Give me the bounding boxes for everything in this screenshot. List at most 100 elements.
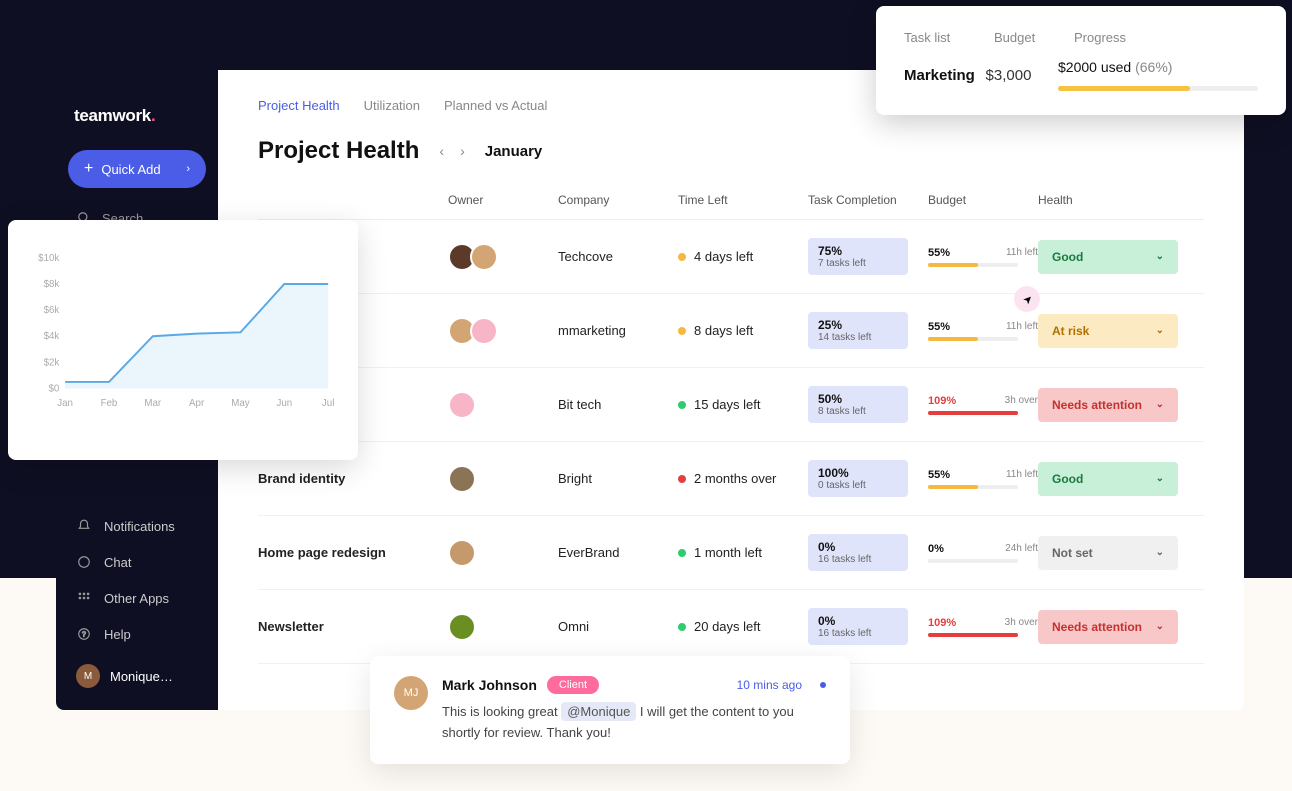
sidebar-item-notifications[interactable]: Notifications: [56, 508, 218, 544]
comment-time: 10 mins ago: [737, 678, 802, 692]
month-label: January: [485, 143, 543, 160]
health-dropdown[interactable]: At risk⌄: [1038, 314, 1178, 348]
status-dot-icon: [678, 327, 686, 335]
svg-text:Jan: Jan: [57, 398, 73, 409]
time-left: 2 months over: [678, 471, 808, 486]
task-completion-chip: 75%7 tasks left: [808, 238, 908, 275]
chevron-down-icon: ⌄: [1156, 325, 1164, 336]
avatar: [448, 539, 476, 567]
table-row[interactable]: Home page redesign EverBrand 1 month lef…: [258, 516, 1204, 590]
sidebar-item-label: Chat: [104, 555, 131, 570]
prev-month-button[interactable]: ‹: [435, 141, 448, 161]
chat-icon: [76, 554, 92, 570]
chart-card: $0$2k$4k$6k$8k$10kJanFebMarAprMayJunJul: [8, 220, 358, 460]
col-task-completion: Task Completion: [808, 193, 928, 207]
avatar: [448, 391, 476, 419]
budget-cell: 109%3h over: [928, 617, 1038, 637]
svg-text:Jul: Jul: [322, 398, 334, 409]
svg-text:$8k: $8k: [44, 279, 60, 290]
grid-icon: [76, 590, 92, 606]
table-row[interactable]: Bit tech 15 days left 50%8 tasks left 10…: [258, 368, 1204, 442]
table-row[interactable]: mmarketing 8 days left 25%14 tasks left …: [258, 294, 1204, 368]
owner-avatars: [448, 317, 558, 345]
health-dropdown[interactable]: Not set⌄: [1038, 536, 1178, 570]
task-completion-chip: 100%0 tasks left: [808, 460, 908, 497]
task-completion-chip: 0%16 tasks left: [808, 534, 908, 571]
col-owner: Owner: [448, 193, 558, 207]
table-row[interactable]: 8 Techcove 4 days left 75%7 tasks left 5…: [258, 220, 1204, 294]
project-name: Home page redesign: [258, 545, 448, 560]
svg-text:May: May: [231, 398, 250, 409]
sidebar-item-other-apps[interactable]: Other Apps: [56, 580, 218, 616]
next-month-button[interactable]: ›: [456, 141, 469, 161]
client-badge: Client: [547, 676, 599, 694]
svg-text:?: ?: [82, 631, 86, 638]
chevron-down-icon: ⌄: [1156, 621, 1164, 632]
owner-avatars: [448, 391, 558, 419]
popup-task-name: Marketing: [904, 67, 986, 84]
time-left: 15 days left: [678, 397, 808, 412]
company-name: Techcove: [558, 249, 678, 264]
svg-text:Feb: Feb: [101, 398, 118, 409]
bell-icon: [76, 518, 92, 534]
status-dot-icon: [678, 253, 686, 261]
user-name: Monique…: [110, 669, 173, 684]
health-dropdown[interactable]: Good⌄: [1038, 240, 1178, 274]
svg-text:$4k: $4k: [44, 331, 60, 342]
avatar: M: [76, 664, 100, 688]
task-completion-chip: 25%14 tasks left: [808, 312, 908, 349]
popup-header-progress: Progress: [1074, 30, 1258, 45]
table-row[interactable]: Newsletter Omni 20 days left 0%16 tasks …: [258, 590, 1204, 664]
svg-text:$10k: $10k: [38, 253, 59, 264]
svg-text:$2k: $2k: [44, 357, 60, 368]
svg-text:Jun: Jun: [276, 398, 292, 409]
project-name: Newsletter: [258, 619, 448, 634]
company-name: Bright: [558, 471, 678, 486]
chevron-down-icon: ⌄: [1156, 473, 1164, 484]
budget-cell: 55%11h left: [928, 247, 1038, 267]
sidebar-item-label: Notifications: [104, 519, 175, 534]
col-time-left: Time Left: [678, 193, 808, 207]
logo-text: teamwork: [74, 106, 151, 125]
status-dot-icon: [678, 401, 686, 409]
avatar: [470, 317, 498, 345]
time-left: 4 days left: [678, 249, 808, 264]
tab-project-health[interactable]: Project Health: [258, 98, 340, 113]
mention[interactable]: @Monique: [561, 702, 636, 721]
task-completion-chip: 0%16 tasks left: [808, 608, 908, 645]
company-name: mmarketing: [558, 323, 678, 338]
budget-cell: 109%3h over: [928, 395, 1038, 415]
owner-avatars: [448, 243, 558, 271]
page-title: Project Health: [258, 137, 419, 165]
sidebar-item-chat[interactable]: Chat: [56, 544, 218, 580]
comment-text: This is looking great @Monique I will ge…: [442, 702, 826, 744]
quick-add-button[interactable]: + Quick Add ›: [68, 150, 206, 188]
popup-header-budget: Budget: [994, 30, 1074, 45]
user-menu[interactable]: M Monique…: [56, 652, 218, 700]
status-dot-icon: [678, 623, 686, 631]
avatar: MJ: [394, 676, 428, 710]
status-dot-icon: [678, 475, 686, 483]
budget-cell: 55%11h left: [928, 321, 1038, 341]
sidebar-item-help[interactable]: ? Help: [56, 616, 218, 652]
chevron-right-icon: ›: [186, 163, 190, 175]
owner-avatars: [448, 613, 558, 641]
project-name: Brand identity: [258, 471, 448, 486]
health-dropdown[interactable]: Good⌄: [1038, 462, 1178, 496]
owner-avatars: [448, 539, 558, 567]
table-header: Owner Company Time Left Task Completion …: [258, 193, 1204, 220]
comment-card: MJ Mark Johnson Client 10 mins ago This …: [370, 656, 850, 764]
health-dropdown[interactable]: Needs attention⌄: [1038, 610, 1178, 644]
main-content: Project Health Utilization Planned vs Ac…: [218, 70, 1244, 710]
quick-add-label: Quick Add: [101, 162, 160, 177]
popup-header-task: Task list: [904, 30, 994, 45]
sidebar-item-label: Help: [104, 627, 131, 642]
popup-budget-value: $3,000: [986, 67, 1058, 84]
table-row[interactable]: Brand identity Bright 2 months over 100%…: [258, 442, 1204, 516]
health-dropdown[interactable]: Needs attention⌄: [1038, 388, 1178, 422]
progress-bar: [1058, 86, 1258, 91]
company-name: Bit tech: [558, 397, 678, 412]
tab-utilization[interactable]: Utilization: [364, 98, 420, 113]
tab-planned-vs-actual[interactable]: Planned vs Actual: [444, 98, 547, 113]
popup-progress-text: $2000 used (66%): [1058, 59, 1172, 75]
